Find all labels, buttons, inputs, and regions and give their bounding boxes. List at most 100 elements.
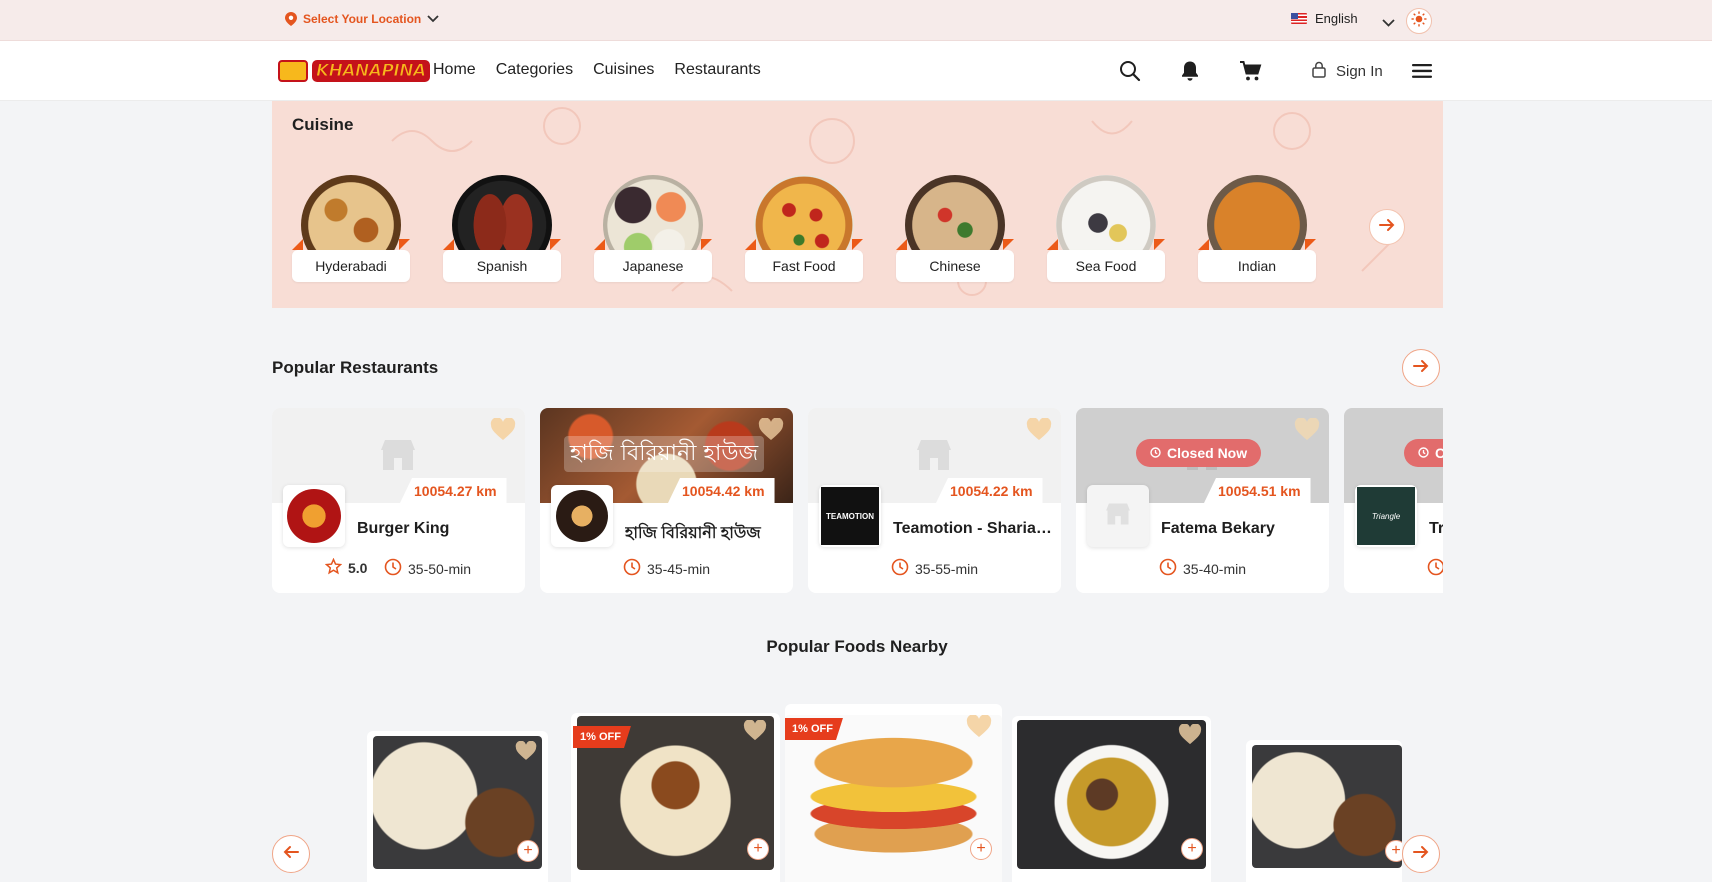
sign-in-label: Sign In [1336, 63, 1383, 80]
distance-tag: 10054.27 km [400, 478, 507, 503]
search-icon[interactable] [1119, 60, 1141, 87]
cuisine-next-button[interactable] [1369, 209, 1405, 245]
khanapina-logo[interactable]: KHANAPINA [278, 55, 430, 87]
add-to-cart-button[interactable]: + [970, 838, 992, 860]
food-card[interactable]: 1% OFF + [785, 704, 1002, 882]
add-to-cart-button[interactable]: + [1385, 840, 1402, 862]
food-card[interactable]: 1% OFF + [571, 713, 780, 882]
clock-icon [1159, 558, 1177, 579]
closed-label: Closed Now [1167, 445, 1248, 461]
chevron-down-icon[interactable] [1382, 14, 1395, 32]
cuisine-label: Chinese [896, 250, 1014, 282]
location-selector[interactable]: Select Your Location [285, 12, 439, 26]
time-value: 35-45-min [647, 560, 711, 577]
cuisine-item-japanese[interactable]: Japanese [594, 175, 712, 295]
main-navbar: KHANAPINA Home Categories Cuisines Resta… [0, 41, 1712, 101]
heart-icon[interactable] [1178, 723, 1202, 750]
label-ribbon-right [1154, 239, 1165, 250]
heart-icon[interactable] [966, 714, 992, 743]
heart-icon[interactable] [1026, 417, 1052, 446]
add-to-cart-button[interactable]: + [517, 840, 539, 862]
language-selector[interactable]: English [1291, 11, 1358, 26]
nav-cuisines[interactable]: Cuisines [593, 61, 654, 79]
restaurant-name: Tr [1429, 520, 1443, 537]
language-label: English [1315, 11, 1358, 26]
chevron-down-icon [427, 15, 439, 23]
clock-icon [384, 558, 402, 579]
top-bar: Select Your Location English [0, 0, 1712, 41]
heart-icon[interactable] [1294, 417, 1320, 446]
label-ribbon-left [745, 239, 756, 250]
add-to-cart-button[interactable]: + [747, 838, 769, 860]
label-ribbon-left [896, 239, 907, 250]
label-ribbon-left [594, 239, 605, 250]
clock-icon [1418, 445, 1429, 461]
cuisine-item-indian[interactable]: Indian [1198, 175, 1316, 295]
cuisine-item-chinese[interactable]: Chinese [896, 175, 1014, 295]
closed-label: C [1435, 445, 1443, 461]
sun-icon [1411, 11, 1427, 32]
heart-icon[interactable] [515, 740, 537, 766]
map-pin-icon [285, 12, 297, 26]
restaurant-card[interactable]: 10054.22 km TEAMOTION Teamotion - Sharia… [808, 408, 1061, 593]
clock-icon [623, 558, 641, 579]
heart-icon[interactable] [490, 417, 516, 446]
food-card[interactable]: + [1012, 716, 1211, 882]
restaurant-card[interactable]: C Triangle Tr [1344, 408, 1443, 593]
closed-badge: Closed Now [1136, 439, 1262, 467]
restaurant-card[interactable]: হাজি বিরিয়ানী হাউজ 10054.42 km হাজি বির… [540, 408, 793, 593]
cuisine-label: Fast Food [745, 250, 863, 282]
food-card[interactable]: + [1246, 740, 1402, 882]
distance-tag: 10054.51 km [1204, 478, 1311, 503]
nav-categories[interactable]: Categories [496, 61, 573, 79]
distance-tag: 10054.22 km [936, 478, 1043, 503]
food-image [1252, 745, 1402, 868]
heart-icon[interactable] [758, 417, 784, 446]
restaurant-name: Teamotion - Shariat... [893, 520, 1053, 537]
restaurant-card[interactable]: Closed Now 10054.51 km Fatema Bekary 35-… [1076, 408, 1329, 593]
store-icon [1104, 502, 1132, 531]
cuisine-label: Spanish [443, 250, 561, 282]
nav-restaurants[interactable]: Restaurants [674, 61, 760, 79]
cover-text: হাজি বিরিয়ানী হাউজ [564, 436, 764, 472]
add-to-cart-button[interactable]: + [1181, 838, 1203, 860]
arrow-right-icon [1413, 359, 1429, 378]
location-label: Select Your Location [303, 12, 422, 26]
restaurant-name: Fatema Bekary [1161, 520, 1275, 537]
logo-wordmark: KHANAPINA [312, 60, 430, 82]
popular-restaurants-title: Popular Restaurants [272, 358, 439, 377]
cart-icon[interactable] [1239, 60, 1262, 87]
theme-toggle[interactable] [1406, 8, 1432, 34]
restaurant-card[interactable]: 10054.27 km Burger King 5.0 35-50-min [272, 408, 525, 593]
burger-king-logo [287, 489, 341, 543]
restaurant-logo: TEAMOTION [819, 485, 881, 547]
heart-icon[interactable] [743, 719, 767, 746]
cuisine-title: Cuisine [292, 115, 354, 134]
cuisine-item-fast-food[interactable]: Fast Food [745, 175, 863, 295]
cuisine-item-sea-food[interactable]: Sea Food [1047, 175, 1165, 295]
teamotion-logo: TEAMOTION [821, 487, 879, 545]
label-ribbon-right [1003, 239, 1014, 250]
restaurants-next-button[interactable] [1402, 349, 1440, 387]
clock-icon [1427, 558, 1443, 579]
cuisine-item-spanish[interactable]: Spanish [443, 175, 561, 295]
bell-icon[interactable] [1180, 60, 1200, 87]
cuisine-section: Cuisine Hyderabadi Spanish Japanese Fast… [272, 101, 1443, 308]
popular-foods-title: Popular Foods Nearby [766, 637, 948, 656]
nav-home[interactable]: Home [433, 61, 476, 79]
foods-next-button[interactable] [1402, 835, 1440, 873]
store-icon [378, 438, 418, 477]
label-ribbon-left [292, 239, 303, 250]
closed-badge: C [1404, 439, 1443, 467]
foods-prev-button[interactable] [272, 835, 310, 873]
arrow-right-icon [1379, 218, 1395, 237]
label-ribbon-right [550, 239, 561, 250]
label-ribbon-left [1047, 239, 1058, 250]
rating-value: 5.0 [348, 560, 368, 576]
cuisine-item-hyderabadi[interactable]: Hyderabadi [292, 175, 410, 295]
sign-in-button[interactable]: Sign In [1312, 61, 1383, 82]
distance-tag: 10054.42 km [668, 478, 775, 503]
food-card[interactable]: + [367, 731, 548, 882]
hamburger-icon[interactable] [1412, 63, 1432, 84]
time-value: 35-55-min [915, 560, 979, 577]
